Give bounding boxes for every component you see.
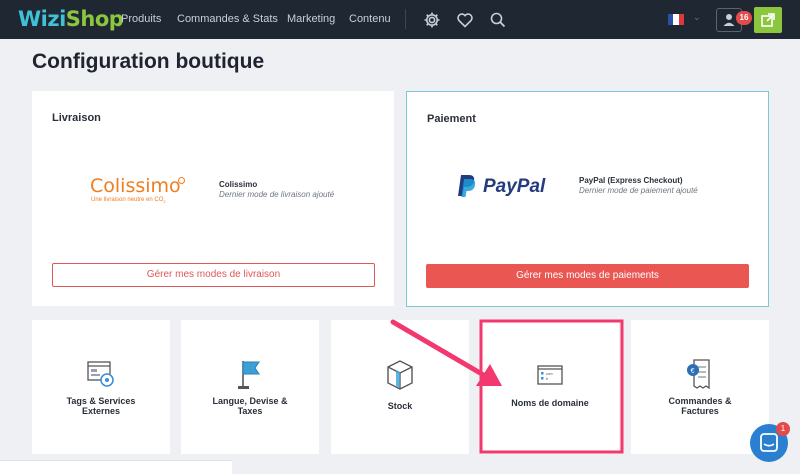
annotation-overlay [390,319,624,454]
chat-badge: 1 [776,422,790,436]
bottom-strip [0,460,232,474]
highlight-box [479,319,624,454]
annotation-arrow-shaft [390,319,490,380]
